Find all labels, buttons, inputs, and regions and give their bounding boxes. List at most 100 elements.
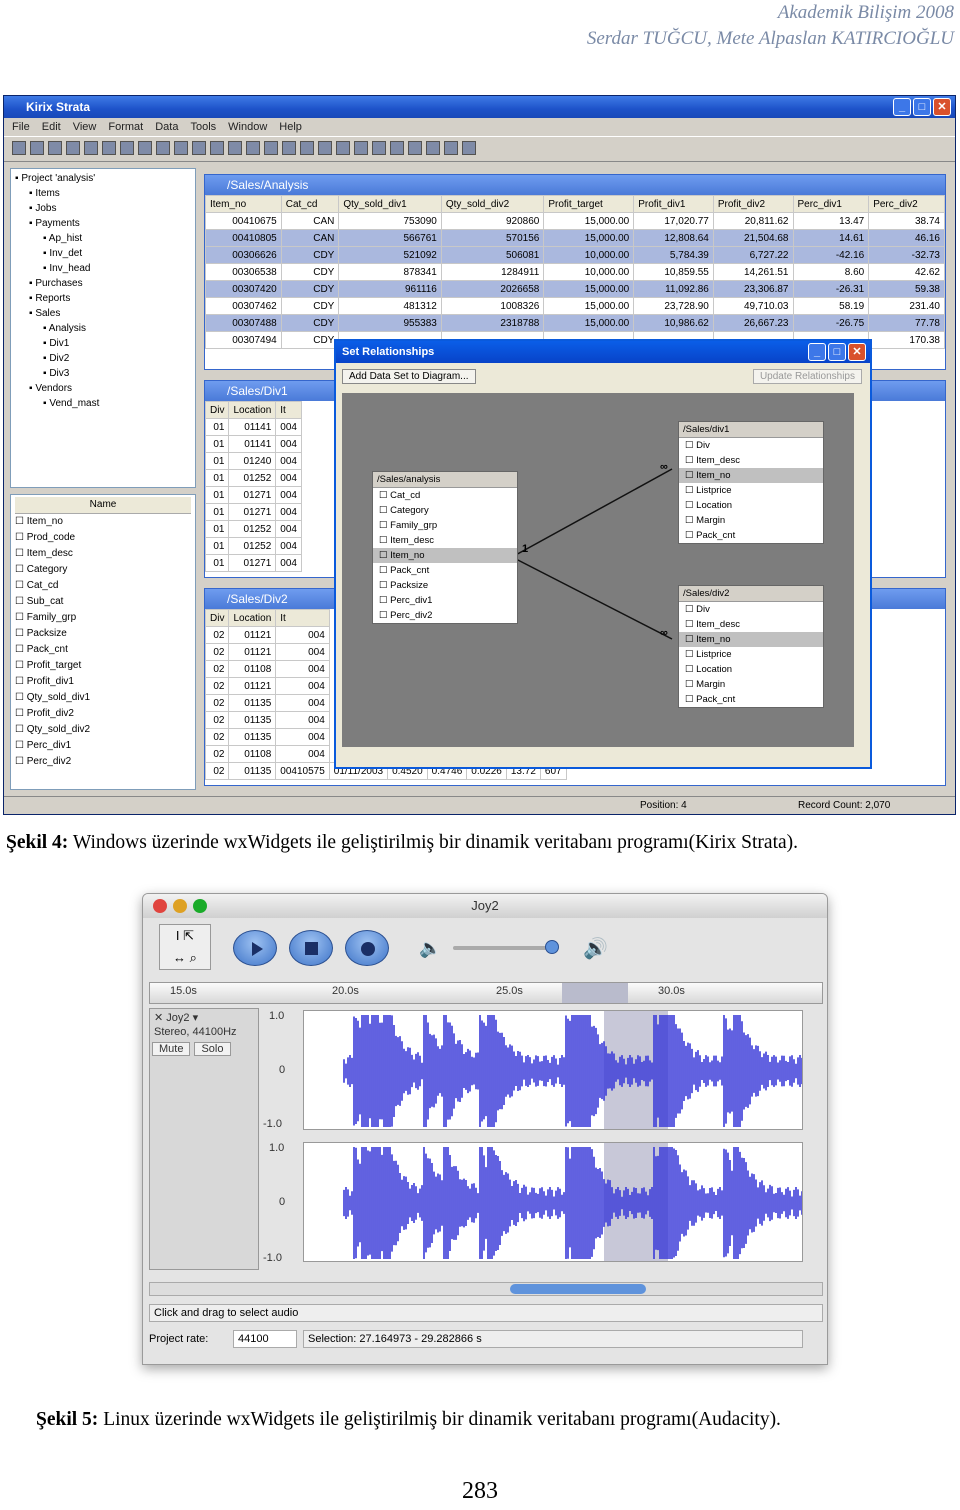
toolbar-tool-icon[interactable] (372, 141, 386, 155)
table-cell[interactable]: 004 (275, 486, 302, 504)
table-cell[interactable]: 02 (205, 626, 230, 644)
tree-item[interactable]: ▪ Div3 (15, 366, 191, 381)
toolbar-tool-icon[interactable] (336, 141, 350, 155)
toolbar-tool-icon[interactable] (66, 141, 80, 155)
toolbar-tool-icon[interactable] (210, 141, 224, 155)
table-cell[interactable]: 15,000.00 (543, 314, 635, 332)
table-cell[interactable]: 004 (275, 520, 302, 538)
field-list-item[interactable]: ☐ Cat_cd (15, 578, 191, 594)
table-cell[interactable]: 01 (205, 537, 230, 555)
table-row[interactable]: 00307420 CDY 961116 2026658 15,000.00 11,092.… (205, 280, 945, 298)
mute-button[interactable]: Mute (152, 1042, 191, 1056)
stop-button[interactable] (289, 930, 333, 966)
table-cell[interactable]: 11,092.86 (633, 280, 714, 298)
waveform-left-channel[interactable] (303, 1010, 803, 1130)
column-header[interactable]: Profit_div1 (633, 195, 714, 213)
table-cell[interactable]: 566761 (338, 229, 442, 247)
waveform-right-channel[interactable] (303, 1142, 803, 1262)
table-row[interactable]: 01 01271 004 (205, 503, 302, 521)
table-cell[interactable]: 02 (205, 745, 230, 763)
table-cell[interactable]: 2026658 (440, 280, 545, 298)
table-cell[interactable]: 58.19 (792, 297, 870, 315)
table-cell[interactable]: CDY (280, 280, 340, 298)
toolbar-tool-icon[interactable] (138, 141, 152, 155)
horizontal-scrollbar[interactable] (149, 1282, 823, 1296)
box-field[interactable]: ☐ Location (679, 662, 823, 677)
box-field[interactable]: ☐ Pack_cnt (373, 563, 517, 578)
table-cell[interactable]: CDY (280, 314, 340, 332)
analysis-box[interactable]: /Sales/analysis ☐ Cat_cd ☐ Category ☐ Famil… (372, 471, 518, 624)
toolbar-tool-icon[interactable] (48, 141, 62, 155)
field-list-item[interactable]: ☐ Profit_div2 (15, 706, 191, 722)
add-data-set-button[interactable]: Add Data Set to Diagram... (342, 369, 476, 384)
table-cell[interactable]: 6,727.22 (712, 246, 794, 264)
table-cell[interactable]: 004 (275, 728, 330, 746)
toolbar-tool-icon[interactable] (300, 141, 314, 155)
table-cell[interactable]: 02 (205, 711, 230, 729)
table-cell[interactable]: 10,000.00 (543, 246, 635, 264)
div2-box[interactable]: /Sales/div2 ☐ Div ☐ Item_desc ☐ Item_no ☐ Li… (678, 585, 824, 708)
close-icon[interactable]: ✕ (933, 98, 951, 116)
volume-slider-thumb[interactable] (545, 940, 559, 954)
menu-file[interactable]: File (12, 118, 30, 136)
box-field[interactable]: ☐ Item_desc (373, 533, 517, 548)
table-cell[interactable]: 01135 (228, 728, 277, 746)
dialog-maximize-icon[interactable]: □ (828, 343, 846, 361)
toolbar-tool-icon[interactable] (84, 141, 98, 155)
table-cell[interactable]: 00307420 (205, 280, 282, 298)
table-cell[interactable]: 01135 (228, 694, 277, 712)
table-cell[interactable]: 02 (205, 643, 230, 661)
table-cell[interactable]: 02 (205, 762, 230, 780)
table-cell[interactable]: 570156 (440, 229, 545, 247)
table-cell[interactable]: 5,784.39 (633, 246, 714, 264)
table-cell[interactable]: 23,728.90 (633, 297, 714, 315)
tree-item[interactable]: ▪ Project 'analysis' (15, 171, 191, 186)
table-cell[interactable]: -26.31 (792, 280, 870, 298)
table-cell[interactable]: 01 (205, 469, 230, 487)
menu-help[interactable]: Help (279, 118, 302, 136)
toolbar-tool-icon[interactable] (30, 141, 44, 155)
box-field[interactable]: ☐ Margin (679, 513, 823, 528)
menu-edit[interactable]: Edit (42, 118, 61, 136)
table-cell[interactable]: 15,000.00 (543, 280, 635, 298)
zoom-icon[interactable] (193, 899, 207, 913)
table-cell[interactable]: 506081 (440, 246, 545, 264)
table-cell[interactable]: 10,859.55 (633, 263, 714, 281)
zoom-tool-icon[interactable]: ⌕ (190, 950, 197, 965)
tree-item[interactable]: ▪ Vendors (15, 381, 191, 396)
table-cell[interactable]: CDY (280, 297, 340, 315)
menu-tools[interactable]: Tools (190, 118, 216, 136)
table-cell[interactable]: 01252 (228, 520, 277, 538)
tree-item[interactable]: ▪ Analysis (15, 321, 191, 336)
table-row[interactable]: 01 01141 004 (205, 418, 302, 436)
record-button[interactable] (345, 930, 389, 966)
column-header[interactable]: Div (205, 609, 230, 627)
column-header[interactable]: Qty_sold_div2 (440, 195, 545, 213)
table-cell[interactable]: 004 (275, 554, 302, 572)
field-list-item[interactable]: ☐ Family_grp (15, 610, 191, 626)
tree-item[interactable]: ▪ Div2 (15, 351, 191, 366)
box-field[interactable]: ☐ Div (679, 602, 823, 617)
table-cell[interactable]: 02 (205, 728, 230, 746)
table-row[interactable]: 01 01252 004 (205, 537, 302, 555)
table-cell[interactable]: 1284911 (440, 263, 545, 281)
table-cell[interactable]: 170.38 (868, 331, 945, 349)
toolbar-tool-icon[interactable] (426, 141, 440, 155)
table-cell[interactable]: 004 (275, 469, 302, 487)
table-cell[interactable]: 01 (205, 452, 230, 470)
column-header[interactable]: Item_no (205, 195, 282, 213)
table-cell[interactable]: 004 (275, 694, 330, 712)
table-cell[interactable]: 004 (275, 452, 302, 470)
div1-box[interactable]: /Sales/div1 ☐ Div ☐ Item_desc ☐ Item_no ☐ Li… (678, 421, 824, 544)
toolbar-tool-icon[interactable] (246, 141, 260, 155)
tree-item[interactable]: ▪ Reports (15, 291, 191, 306)
table-row[interactable]: 00410805 CAN 566761 570156 15,000.00 12,808.6… (205, 229, 945, 247)
box-field[interactable]: ☐ Listprice (679, 647, 823, 662)
column-header[interactable]: Profit_target (543, 195, 635, 213)
table-row[interactable]: 01 01240 004 (205, 452, 302, 470)
table-cell[interactable]: 2318788 (440, 314, 545, 332)
table-cell[interactable]: 004 (275, 660, 330, 678)
table-cell[interactable]: 004 (275, 537, 302, 555)
table-cell[interactable]: 01240 (228, 452, 277, 470)
table-cell[interactable]: 955383 (338, 314, 442, 332)
